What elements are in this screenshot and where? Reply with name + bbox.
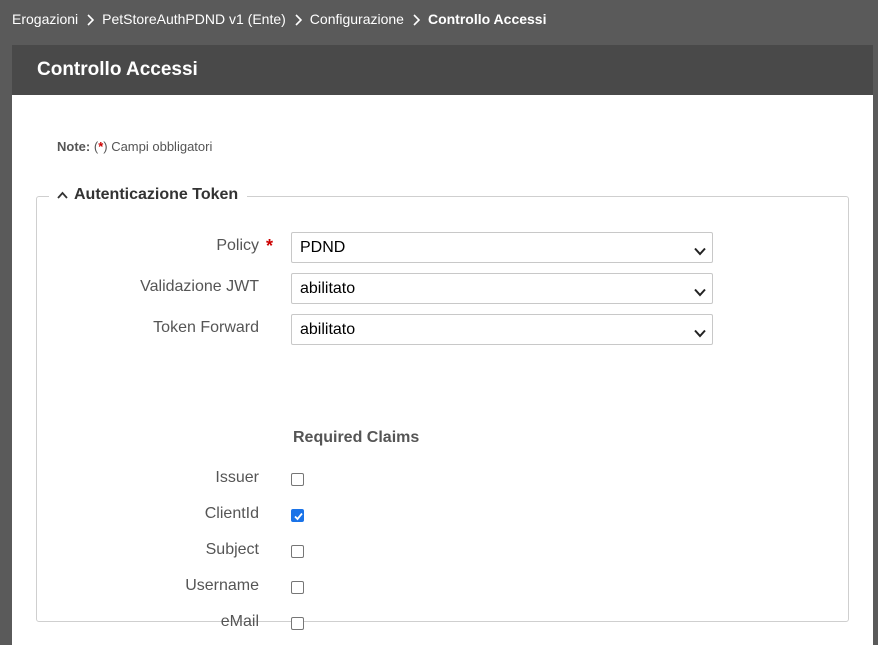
chevron-down-icon (694, 325, 706, 343)
chevron-right-icon (286, 12, 310, 26)
main-panel: Controllo Accessi Note: (*) Campi obblig… (12, 45, 873, 645)
subject-label: Subject (205, 541, 259, 558)
required-claims-heading: Required Claims (293, 429, 420, 446)
email-checkbox[interactable] (291, 617, 304, 630)
jwt-label: Validazione JWT (140, 278, 259, 295)
clientid-label: ClientId (204, 505, 259, 522)
policy-value: PDND (300, 238, 346, 256)
breadcrumb: Erogazioni PetStoreAuthPDND v1 (Ente) Co… (12, 0, 546, 38)
chevron-down-icon (694, 243, 706, 261)
issuer-checkbox[interactable] (291, 473, 304, 486)
required-note: Note: (*) Campi obbligatori (57, 139, 212, 154)
forward-select[interactable]: abilitato (291, 314, 713, 345)
forward-value: abilitato (300, 320, 356, 338)
chevron-up-icon (57, 191, 68, 199)
breadcrumb-current: Controllo Accessi (427, 11, 547, 27)
jwt-select[interactable]: abilitato (291, 273, 713, 304)
section-toggle[interactable]: Autenticazione Token (49, 186, 248, 204)
email-label: eMail (220, 613, 259, 630)
chevron-down-icon (694, 284, 706, 302)
note-label: Note: (57, 139, 91, 154)
note-text: ) Campi obbligatori (103, 139, 213, 154)
policy-label: Policy (216, 237, 259, 254)
username-checkbox[interactable] (291, 581, 304, 594)
page-title: Controllo Accessi (12, 45, 873, 95)
issuer-label: Issuer (215, 469, 259, 486)
required-asterisk: * (266, 236, 274, 256)
jwt-value: abilitato (300, 279, 356, 297)
username-label: Username (185, 577, 259, 594)
breadcrumb-erogazioni[interactable]: Erogazioni (12, 11, 78, 27)
clientid-checkbox[interactable] (291, 509, 304, 522)
breadcrumb-configurazione[interactable]: Configurazione (310, 11, 404, 27)
breadcrumb-petstore[interactable]: PetStoreAuthPDND v1 (Ente) (102, 11, 286, 27)
section-title: Autenticazione Token (74, 186, 239, 203)
subject-checkbox[interactable] (291, 545, 304, 558)
chevron-right-icon (404, 12, 428, 26)
forward-label: Token Forward (153, 319, 259, 336)
chevron-right-icon (78, 12, 102, 26)
policy-select[interactable]: PDND (291, 232, 713, 263)
checkmark-icon (294, 512, 303, 521)
token-auth-section: Autenticazione Token Policy * PDND Valid… (36, 186, 849, 630)
